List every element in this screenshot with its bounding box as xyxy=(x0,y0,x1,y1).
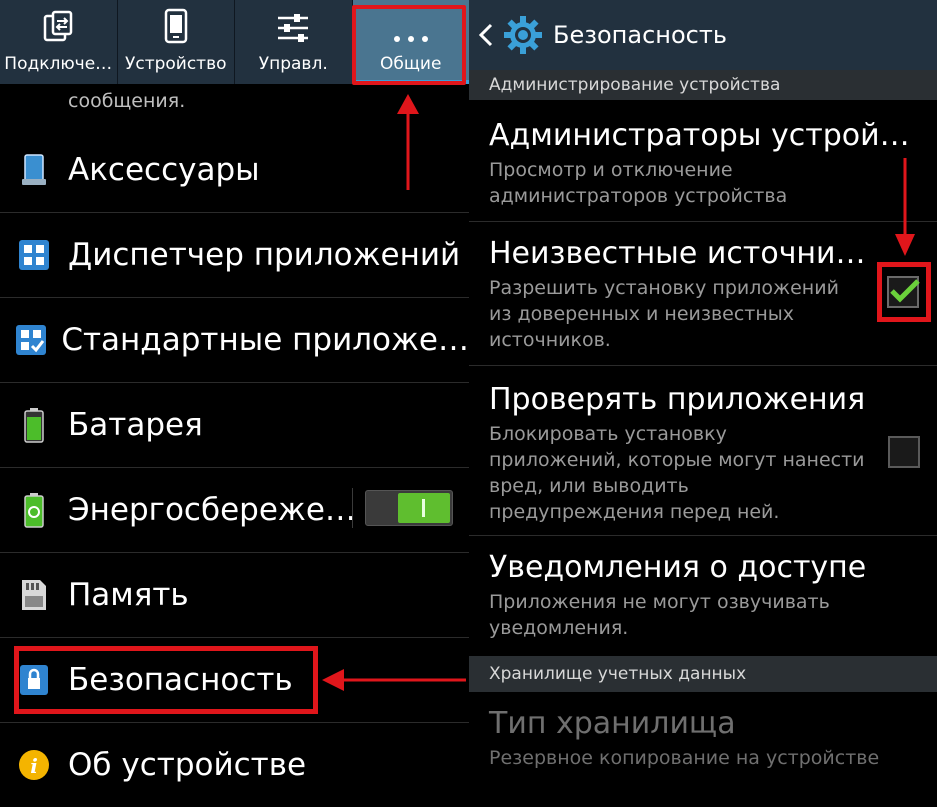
page-title: Безопасность xyxy=(553,21,727,49)
tab-controls-label: Управл. xyxy=(258,54,328,74)
item-subtitle: Блокировать установку приложений, которы… xyxy=(489,423,865,523)
settings-item-unknown-sources[interactable]: Неизвестные источни… Разрешить установку… xyxy=(469,222,937,366)
accessories-icon xyxy=(22,154,46,185)
item-subtitle: Просмотр и отключение администраторов ус… xyxy=(489,159,788,207)
item-title: Проверять приложения xyxy=(489,382,866,417)
settings-item-label: Батарея xyxy=(68,407,203,443)
partial-row-text: сообщения. xyxy=(68,90,186,112)
connections-icon xyxy=(44,10,73,42)
settings-item-label: Диспетчер приложений xyxy=(68,237,461,273)
section-header-credential-storage: Хранилище учетных данных xyxy=(469,656,937,692)
tab-controls[interactable]: Управл. xyxy=(235,0,353,84)
settings-item-verify-apps[interactable]: Проверять приложения Блокировать установ… xyxy=(469,366,937,536)
tab-device-label: Устройство xyxy=(124,54,227,74)
settings-item-default-apps[interactable]: Стандартные приложе… xyxy=(0,298,469,383)
settings-item-battery[interactable]: Батарея xyxy=(0,383,469,468)
tab-connections-label: Подключе… xyxy=(4,54,113,74)
settings-item-about[interactable]: i Об устройстве xyxy=(0,723,469,807)
tab-connections[interactable]: Подключе… xyxy=(0,0,118,84)
unknown-sources-checkbox[interactable] xyxy=(887,276,920,308)
settings-item-accessories[interactable]: Аксессуары xyxy=(0,128,469,213)
app-manager-icon xyxy=(19,240,49,270)
settings-item-notification-access[interactable]: Уведомления о доступе Приложения не могу… xyxy=(469,536,937,656)
chevron-left-icon xyxy=(478,23,493,47)
svg-text:i: i xyxy=(30,754,38,778)
verify-apps-checkbox[interactable] xyxy=(888,436,920,468)
settings-item-label: Об устройстве xyxy=(68,747,307,783)
item-subtitle: Резервное копирование на устройстве xyxy=(489,747,880,769)
settings-item-label: Память xyxy=(68,577,189,613)
device-icon xyxy=(164,8,187,44)
toggle-thumb xyxy=(398,493,450,523)
item-title: Тип хранилища xyxy=(489,706,736,741)
settings-item-label: Аксессуары xyxy=(68,152,260,188)
settings-item-storage[interactable]: Память xyxy=(0,553,469,638)
settings-item-app-manager[interactable]: Диспетчер приложений xyxy=(0,213,469,298)
controls-icon xyxy=(278,14,309,42)
back-button[interactable] xyxy=(469,23,503,47)
info-icon: i xyxy=(19,750,49,780)
item-title: Уведомления о доступе xyxy=(489,550,867,585)
section-header-device-admin: Администрирование устройства xyxy=(469,70,937,100)
settings-item-label: Стандартные приложе… xyxy=(61,322,469,358)
security-right-panel: Безопасность Администрирование устройств… xyxy=(469,0,937,803)
item-subtitle: Приложения не могут озвучивать уведомлен… xyxy=(489,591,830,639)
settings-item-label: Энергосбереже… xyxy=(68,492,356,528)
toggle-divider xyxy=(352,488,353,528)
tab-device[interactable]: Устройство xyxy=(118,0,235,84)
item-subtitle: Разрешить установку приложений из довере… xyxy=(489,277,839,351)
power-saving-toggle[interactable] xyxy=(365,490,453,526)
item-title: Неизвестные источни… xyxy=(489,236,866,271)
security-header: Безопасность xyxy=(469,0,937,70)
storage-icon xyxy=(22,580,46,610)
item-title: Администраторы устрой… xyxy=(489,118,910,153)
arrow-left-annotation xyxy=(322,669,466,691)
power-saving-icon xyxy=(24,493,44,528)
tab-general-label: Общие xyxy=(380,54,442,74)
tab-general[interactable]: Общие xyxy=(352,0,469,84)
gear-icon xyxy=(504,16,542,54)
default-apps-icon xyxy=(15,325,46,355)
checkmark-icon xyxy=(890,279,920,303)
settings-item-storage-type: Тип хранилища Резервное копирование на у… xyxy=(469,692,937,803)
more-icon xyxy=(393,36,428,42)
arrow-down-annotation xyxy=(895,158,915,256)
settings-item-device-admins[interactable]: Администраторы устрой… Просмотр и отключ… xyxy=(469,100,937,222)
battery-icon xyxy=(24,408,44,443)
settings-left-panel: Подключе… Устройство Управл. Общие сообщ… xyxy=(0,0,469,803)
security-lock-icon xyxy=(20,665,48,695)
settings-tab-bar: Подключе… Устройство Управл. Общие xyxy=(0,0,469,84)
settings-item-label: Безопасность xyxy=(68,662,293,698)
